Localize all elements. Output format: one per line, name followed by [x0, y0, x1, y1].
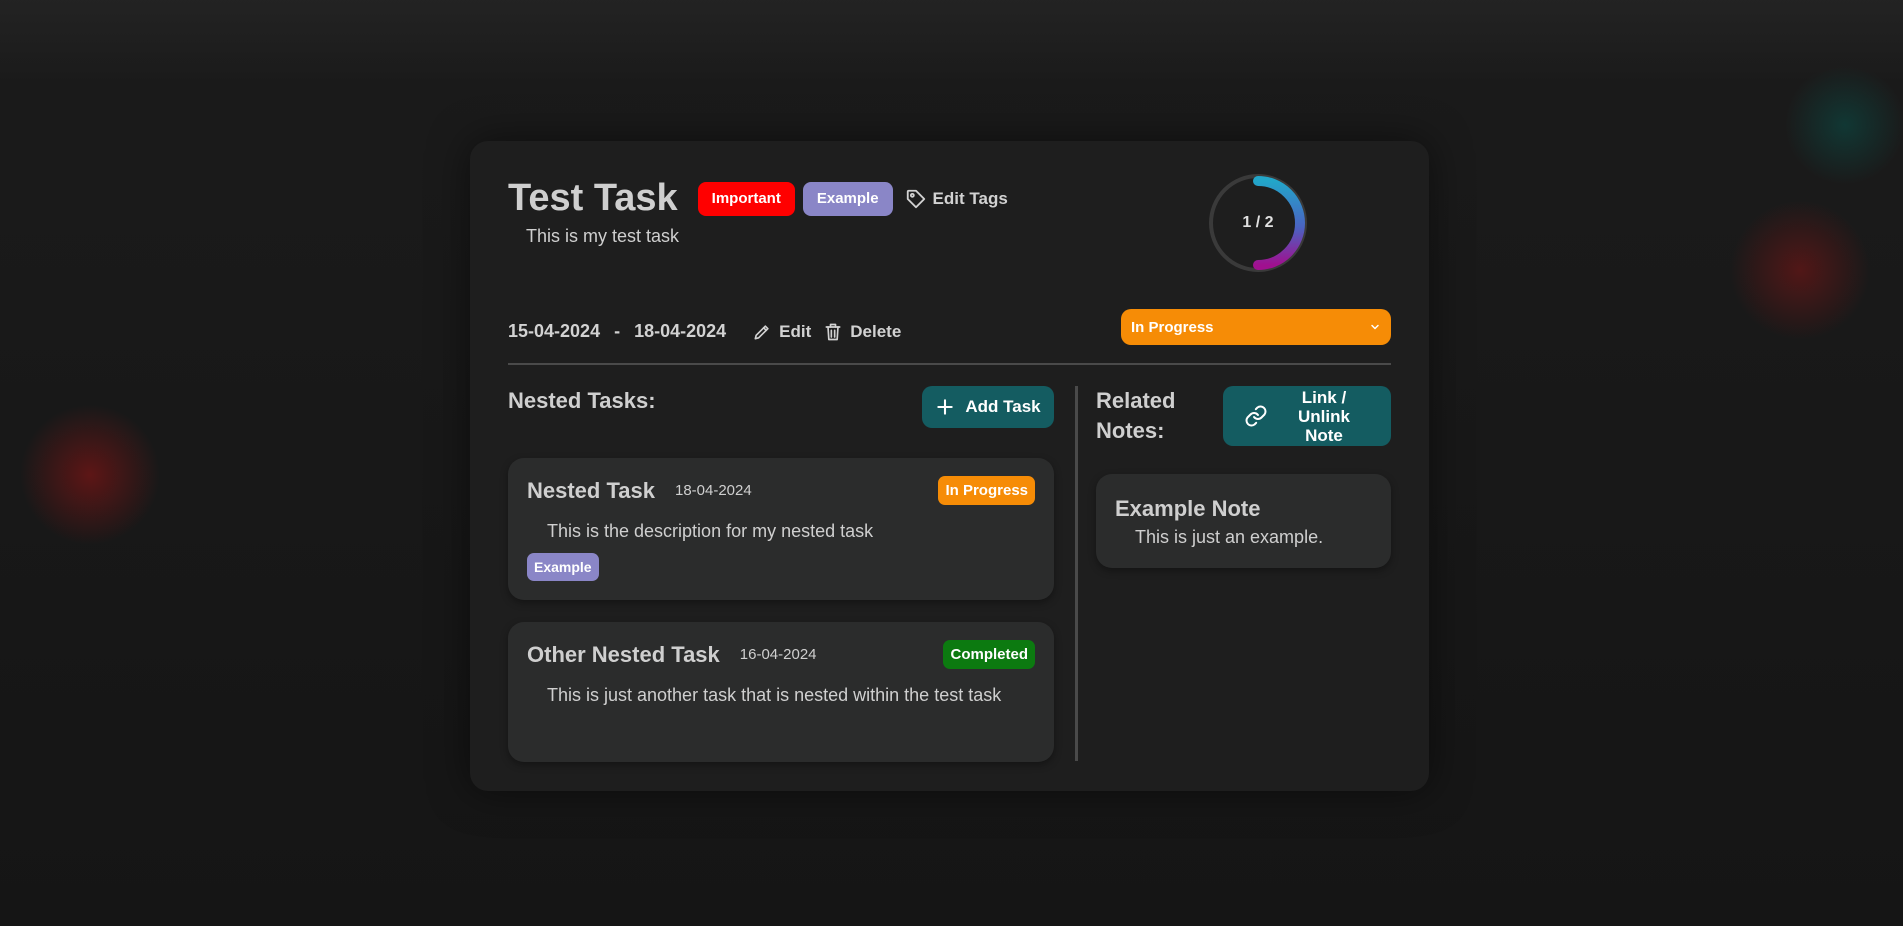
progress-label: 1 / 2 — [1242, 214, 1274, 231]
add-task-button[interactable]: Add Task — [922, 386, 1054, 428]
nested-task-date: 18-04-2024 — [674, 482, 752, 499]
nested-task-description: This is just another task that is nested… — [547, 685, 1002, 705]
add-task-label: Add Task — [965, 397, 1041, 416]
task-description: This is my test task — [526, 226, 680, 246]
nested-task-header: Nested Task 18-04-2024 In Progress — [527, 476, 1035, 505]
delete-label: Delete — [850, 321, 902, 341]
task-detail-modal: Test Task Important Example Edit Tags Th… — [470, 141, 1429, 791]
link-unlink-note-label: Link / Unlink Note — [1298, 387, 1350, 445]
title-row: Test Task Important Example Edit Tags — [508, 177, 1008, 220]
tag-example[interactable]: Example — [802, 181, 893, 216]
edit-task-button[interactable]: Edit — [752, 322, 811, 342]
blurred-header — [0, 0, 1903, 80]
plus-icon — [937, 399, 954, 415]
tag-important[interactable]: Important — [697, 181, 795, 216]
status-badge: Completed — [943, 640, 1035, 669]
tag-icon — [906, 189, 925, 208]
end-date: 18-04-2024 — [634, 321, 727, 341]
nested-task-title: Nested Task — [527, 477, 655, 503]
task-title: Test Task — [508, 177, 678, 219]
header-divider — [508, 363, 1391, 365]
link-unlink-note-button[interactable]: Link / Unlink Note — [1223, 386, 1391, 446]
link-icon — [1245, 405, 1267, 427]
nested-tasks-heading: Nested Tasks: — [508, 388, 656, 413]
note-title: Example Note — [1115, 496, 1261, 521]
progress-ring: 1 / 2 — [1203, 168, 1313, 278]
nested-task-description: This is the description for my nested ta… — [547, 521, 874, 541]
status-badge: In Progress — [938, 476, 1035, 505]
related-notes-heading-text: Related Notes: — [1096, 388, 1176, 443]
trash-icon — [825, 323, 841, 340]
pencil-icon — [754, 324, 769, 339]
edit-tags-label: Edit Tags — [932, 188, 1008, 208]
nested-task-tag: Example — [527, 553, 599, 581]
nested-task-header: Other Nested Task 16-04-2024 Completed — [527, 640, 1035, 669]
date-separator: - — [614, 321, 621, 341]
delete-task-button[interactable]: Delete — [823, 322, 901, 342]
status-select[interactable]: In Progress — [1121, 309, 1391, 345]
nested-task-title: Other Nested Task — [527, 641, 720, 667]
edit-tags-button[interactable]: Edit Tags — [905, 188, 1008, 210]
note-text: This is just an example. — [1135, 527, 1324, 547]
nested-task-card[interactable]: Other Nested Task 16-04-2024 Completed T… — [508, 622, 1054, 762]
chevron-down-icon — [1371, 324, 1379, 330]
edit-label: Edit — [779, 321, 812, 341]
status-select-value: In Progress — [1131, 318, 1214, 336]
date-range-row: 15-04-2024 - 18-04-2024 Edit Delete — [508, 321, 901, 342]
nested-task-card[interactable]: Nested Task 18-04-2024 In Progress This … — [508, 458, 1054, 600]
related-notes-heading: Related Notes: — [1096, 386, 1196, 446]
start-date: 15-04-2024 — [508, 321, 601, 341]
column-divider — [1075, 386, 1078, 761]
related-note-card[interactable]: Example Note This is just an example. — [1096, 474, 1391, 568]
nested-task-date: 16-04-2024 — [739, 646, 817, 663]
